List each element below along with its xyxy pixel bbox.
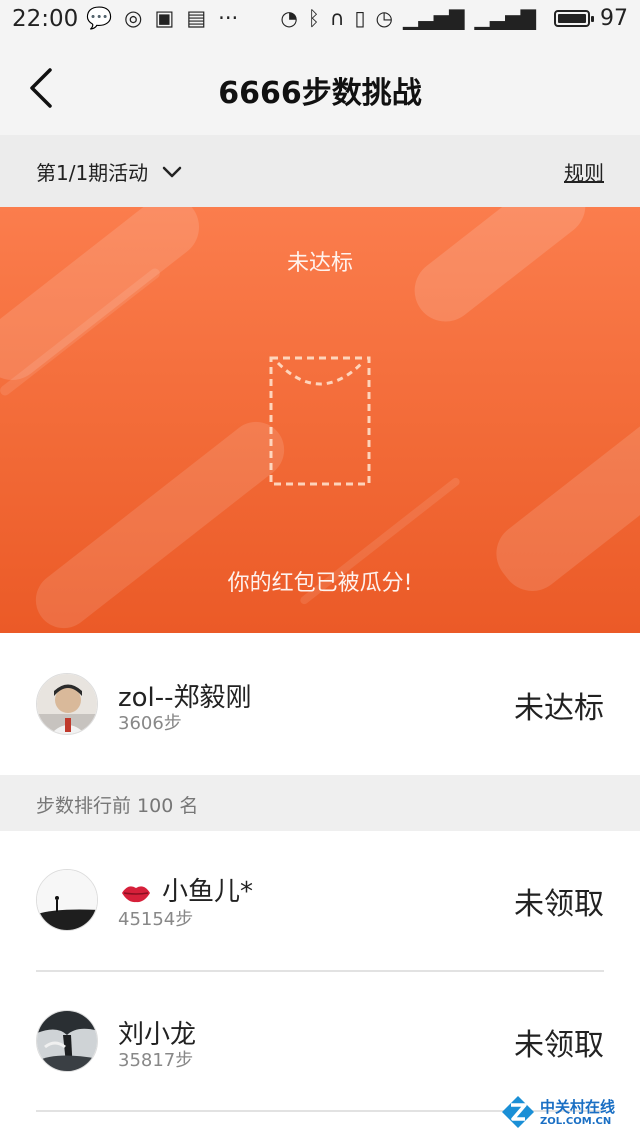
list-item[interactable]: 小鱼儿* 45154步 未领取: [0, 831, 640, 971]
list-item-name-text: 小鱼儿*: [162, 877, 254, 907]
list-item-state: 未领取: [514, 887, 604, 922]
status-time: 22:00: [12, 6, 79, 32]
battery-level: 97: [600, 6, 628, 31]
ranking-heading: 步数排行前 100 名: [36, 795, 199, 817]
period-bar: 第1/1期活动 规则: [0, 135, 640, 207]
zol-watermark: 中关村在线 ZOL.COM.CN: [500, 1094, 626, 1134]
banner-message: 你的红包已被瓜分!: [227, 571, 413, 596]
chevron-down-icon: [162, 166, 182, 177]
more-icon: ···: [218, 6, 239, 30]
avatar: [36, 869, 98, 931]
status-icons-right: ◔ ᛒ ∩ ▯ ◷ ▁▃▅▇ ▁▃▅▇: [280, 6, 536, 30]
headset-icon: ∩: [329, 6, 345, 30]
period-dropdown[interactable]: 第1/1期活动: [36, 157, 182, 186]
list-item-steps: 35817步: [118, 1050, 194, 1071]
page-title: 6666步数挑战: [218, 76, 422, 111]
list-item[interactable]: 刘小龙 35817步 未领取: [0, 972, 640, 1110]
status-bar: 22:00 💬 ◎ ▣ ▤ ··· ◔ ᛒ ∩ ▯ ◷ ▁▃▅▇ ▁▃▅▇ 97: [0, 0, 640, 40]
my-steps: 3606步: [118, 713, 182, 734]
status-icons-left: 💬 ◎ ▣ ▤ ···: [86, 6, 238, 31]
result-banner: 未达标 你的红包已被瓜分!: [0, 207, 640, 633]
period-label: 第1/1期活动: [36, 161, 149, 185]
kiss-lips-icon: [122, 885, 150, 902]
rules-link[interactable]: 规则: [564, 157, 604, 186]
alarm-icon: ◷: [375, 6, 393, 30]
ranking-section-header: 步数排行前 100 名: [0, 775, 640, 831]
banner-status: 未达标: [286, 251, 353, 276]
zol-logo-icon: [502, 1096, 534, 1128]
my-state: 未达标: [514, 691, 604, 726]
decor-streak: [24, 410, 296, 633]
signal-4g-icon: ▁▃▅▇: [402, 6, 465, 30]
news-icon: ▤: [186, 6, 207, 30]
vibrate-icon: ▯: [354, 6, 366, 30]
list-item-name: 小鱼儿*: [120, 871, 253, 908]
red-envelope-icon: [269, 356, 371, 486]
watermark-subtitle: ZOL.COM.CN: [540, 1116, 612, 1127]
battery-icon: [554, 10, 594, 27]
watermark-title: 中关村在线: [540, 1098, 616, 1116]
my-status-row[interactable]: zol--郑毅刚 3606步 未达标: [0, 633, 640, 775]
signal-icon: ▁▃▅▇: [474, 6, 536, 30]
title-bar: 6666步数挑战: [0, 40, 640, 135]
avatar: [36, 673, 98, 735]
list-item-state: 未领取: [514, 1028, 604, 1063]
hotspot-icon: ◔: [280, 6, 298, 30]
weibo-icon: ◎: [124, 6, 143, 30]
weibo-alt-icon: ▣: [154, 6, 175, 30]
chat-bubble-icon: 💬: [86, 6, 113, 30]
avatar: [36, 1010, 98, 1072]
list-item-steps: 45154步: [118, 909, 194, 930]
bluetooth-icon: ᛒ: [307, 6, 320, 30]
